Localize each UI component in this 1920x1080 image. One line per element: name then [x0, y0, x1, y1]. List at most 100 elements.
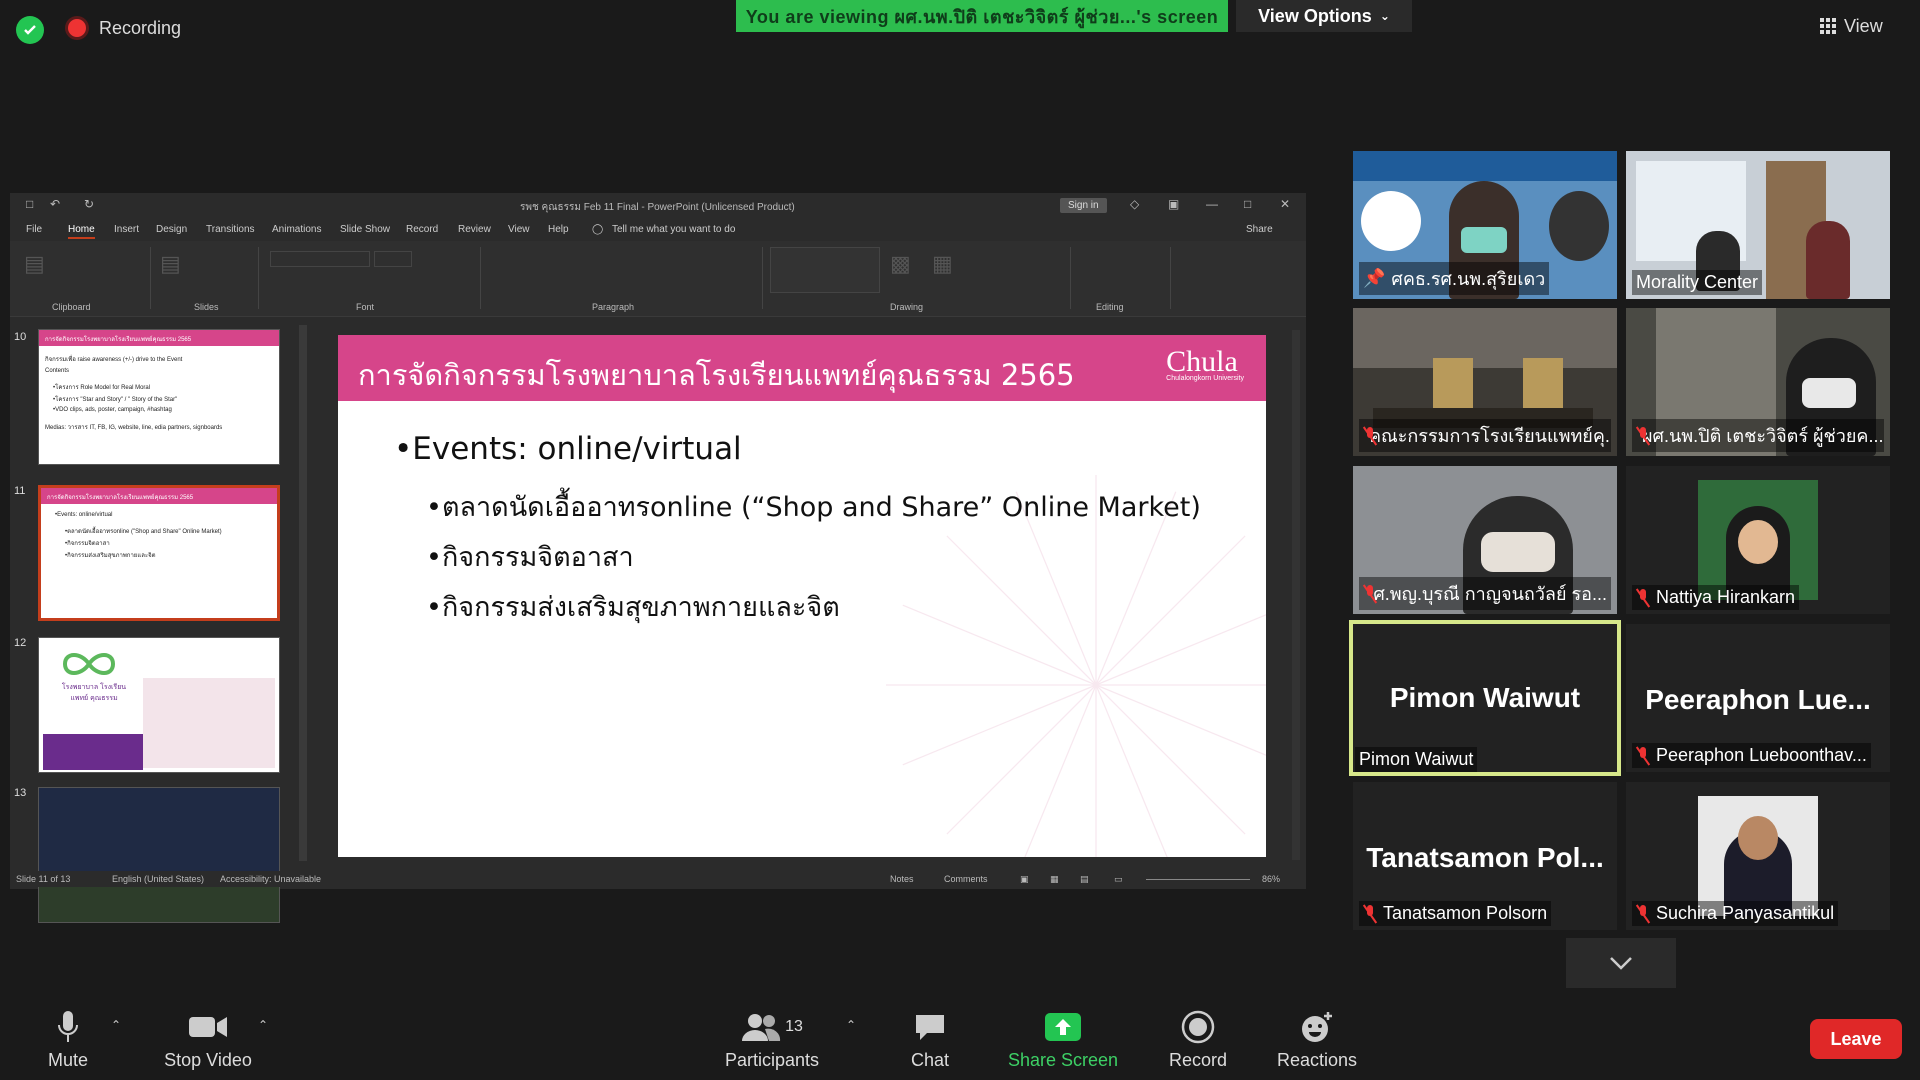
status-accessibility: Accessibility: Unavailable	[220, 874, 322, 884]
ceiling	[1353, 308, 1617, 368]
mic-muted-icon	[1636, 904, 1650, 923]
video-tile[interactable]: 📌 ศคธ.รศ.นพ.สุริยเดว	[1353, 151, 1617, 299]
portrait-frame	[1523, 358, 1563, 408]
thumb-text: •ตลาดนัดเอื้ออาทรonline ("Shop and Share…	[65, 529, 222, 535]
arrange-icon: ▩	[890, 251, 911, 276]
leave-button[interactable]: Leave	[1810, 1019, 1902, 1059]
video-tile[interactable]: Suchira Panyasantikul	[1626, 782, 1890, 930]
slide-thumbnail-11: การจัดกิจกรรมโรงพยาบาลโรงเรียนแพทย์คุณธร…	[38, 485, 280, 621]
thumb-text: •Events: online/virtual	[55, 512, 113, 518]
video-tile[interactable]: คณะกรรมการโรงเรียนแพทย์คุ...	[1353, 308, 1617, 456]
participant-display-name: Peeraphon Lue...	[1645, 684, 1871, 715]
infinity-logo-icon	[62, 653, 116, 675]
thumb-number: 12	[14, 637, 27, 649]
bullet-icon: •	[426, 492, 442, 523]
share-screen-label: Share Screen	[1007, 1050, 1119, 1070]
participant-label: Tanatsamon Polsorn	[1359, 901, 1552, 926]
participant-face	[1738, 520, 1778, 564]
stop-video-label: Stop Video	[164, 1050, 252, 1070]
decorative-burst	[886, 475, 1266, 857]
view-options-button[interactable]: View Options ⌄	[1236, 0, 1412, 32]
chat-button[interactable]: Chat	[900, 1008, 960, 1071]
ppt-menu-insert: Insert	[114, 224, 140, 235]
thumb-number: 10	[14, 331, 27, 343]
ppt-tell-me: Tell me what you want to do	[612, 224, 736, 235]
thumb-text: โรงพยาบาล โรงเรียนแพทย์ คุณธรรม	[61, 684, 127, 702]
ppt-title-bar: □ ↶ ↻ รพช คุณธรรม Feb 11 Final - PowerPo…	[10, 193, 1306, 219]
video-camera-icon	[158, 1008, 258, 1046]
status-notes: Notes	[890, 874, 914, 884]
record-button[interactable]: Record	[1166, 1008, 1230, 1071]
normal-view-icon: ▣	[1020, 874, 1029, 884]
chula-logo-sub: Chulalongkorn University	[1166, 375, 1244, 382]
thumb-text: กิจกรรมเพื่อ raise awareness (+/-) drive…	[45, 357, 183, 363]
ribbon-group-slides: Slides	[194, 302, 219, 312]
close-icon: ✕	[1280, 197, 1291, 211]
video-options-caret[interactable]: ⌃	[258, 1018, 268, 1032]
participants-options-caret[interactable]: ⌃	[846, 1018, 856, 1032]
thumb-text: •กิจกรรมส่งเสริมสุขภาพกายและจิต	[65, 553, 156, 559]
mic-muted-icon	[1636, 588, 1650, 607]
ppt-menu-bar: File Home Insert Design Transitions Anim…	[10, 219, 1306, 241]
ribbon-group-clipboard: Clipboard	[52, 302, 91, 312]
quick-styles-icon: ▦	[932, 251, 953, 276]
status-language: English (United States)	[112, 874, 205, 884]
portrait-frame	[1433, 358, 1473, 408]
thumb-photo	[143, 678, 275, 768]
participant-label: Pimon Waiwut	[1355, 747, 1478, 772]
slide-bullet-1: •Events: online/virtual	[394, 431, 742, 467]
mascot-figure	[1361, 191, 1421, 251]
meeting-toolbar: Mute ⌃ Stop Video ⌃ 13 Participants ⌃ Ch…	[0, 990, 1920, 1080]
thumb-number: 13	[14, 787, 27, 799]
ppt-menu-home: Home	[68, 224, 95, 239]
security-shield-icon[interactable]	[16, 16, 44, 44]
ppt-menu-view: View	[508, 224, 530, 235]
status-comments: Comments	[944, 874, 988, 884]
participants-button[interactable]: 13 Participants	[720, 1008, 824, 1071]
slideshow-view-icon: ▭	[1114, 874, 1123, 884]
participant-display-name: Tanatsamon Pol...	[1366, 842, 1604, 873]
video-tile[interactable]: ศ.พญ.บุรณี กาญจนถวัลย์ รอ...	[1353, 466, 1617, 614]
bullet-icon: •	[426, 592, 442, 623]
thumb-text: Medias: วารสาร IT, FB, IG, website, line…	[45, 425, 223, 431]
ppt-menu-transitions: Transitions	[206, 224, 255, 235]
video-tile[interactable]: ผศ.นพ.ปิติ เตชะวิจิตร์ ผู้ช่วยค...	[1626, 308, 1890, 456]
audio-options-caret[interactable]: ⌃	[111, 1018, 121, 1032]
participant-figure	[1806, 221, 1850, 299]
participant-label: ศ.พญ.บุรณี กาญจนถวัลย์ รอ...	[1359, 577, 1611, 610]
participant-label: Nattiya Hirankarn	[1632, 585, 1800, 610]
lightbulb-icon: ◯	[592, 224, 604, 235]
save-icon: □	[26, 197, 34, 211]
mascot-figure	[1549, 191, 1609, 261]
share-screen-button[interactable]: Share Screen	[1006, 1008, 1120, 1071]
participant-label: 📌 ศคธ.รศ.นพ.สุริยเดว	[1359, 262, 1550, 295]
video-tile-active-speaker[interactable]: Pimon Waiwut Pimon Waiwut	[1349, 620, 1621, 776]
gallery-next-page-button[interactable]	[1566, 938, 1676, 988]
ribbon-group-drawing: Drawing	[890, 302, 924, 312]
video-tile[interactable]: Nattiya Hirankarn	[1626, 466, 1890, 614]
stop-video-button[interactable]: Stop Video	[158, 1008, 258, 1071]
bullet-icon: •	[394, 431, 413, 467]
ppt-ribbon: ▤ ▤ ▩ ▦ Clipboard Slides Font Paragraph …	[10, 241, 1306, 317]
grid-icon	[1820, 18, 1836, 34]
mic-muted-icon	[1363, 904, 1377, 923]
video-tile[interactable]: Tanatsamon Pol... Tanatsamon Polsorn	[1353, 782, 1617, 930]
minimize-icon: —	[1206, 197, 1218, 211]
slide-thumbnail-13	[38, 787, 280, 923]
participant-name: ศคธ.รศ.นพ.สุริยเดว	[1391, 269, 1546, 289]
reading-view-icon: ▤	[1080, 874, 1089, 884]
mute-label: Mute	[47, 1050, 89, 1070]
slide-subbullet-3-text: กิจกรรมส่งเสริมสุขภาพกายและจิต	[441, 592, 840, 623]
mute-button[interactable]: Mute	[40, 1008, 96, 1071]
participant-label: Peeraphon Lueboonthav...	[1632, 743, 1871, 768]
video-tile[interactable]: Morality Center	[1626, 151, 1890, 299]
face-mask	[1481, 532, 1555, 572]
reactions-button[interactable]: Reactions	[1274, 1008, 1360, 1071]
participant-name: Pimon Waiwut	[1359, 749, 1474, 769]
record-label: Record	[1168, 1050, 1228, 1070]
ppt-menu-animations: Animations	[272, 224, 322, 235]
video-tile[interactable]: Peeraphon Lue... Peeraphon Lueboonthav..…	[1626, 624, 1890, 772]
view-layout-button[interactable]: View	[1820, 10, 1900, 42]
view-options-label: View Options	[1258, 5, 1372, 26]
paste-icon: ▤	[24, 251, 45, 276]
